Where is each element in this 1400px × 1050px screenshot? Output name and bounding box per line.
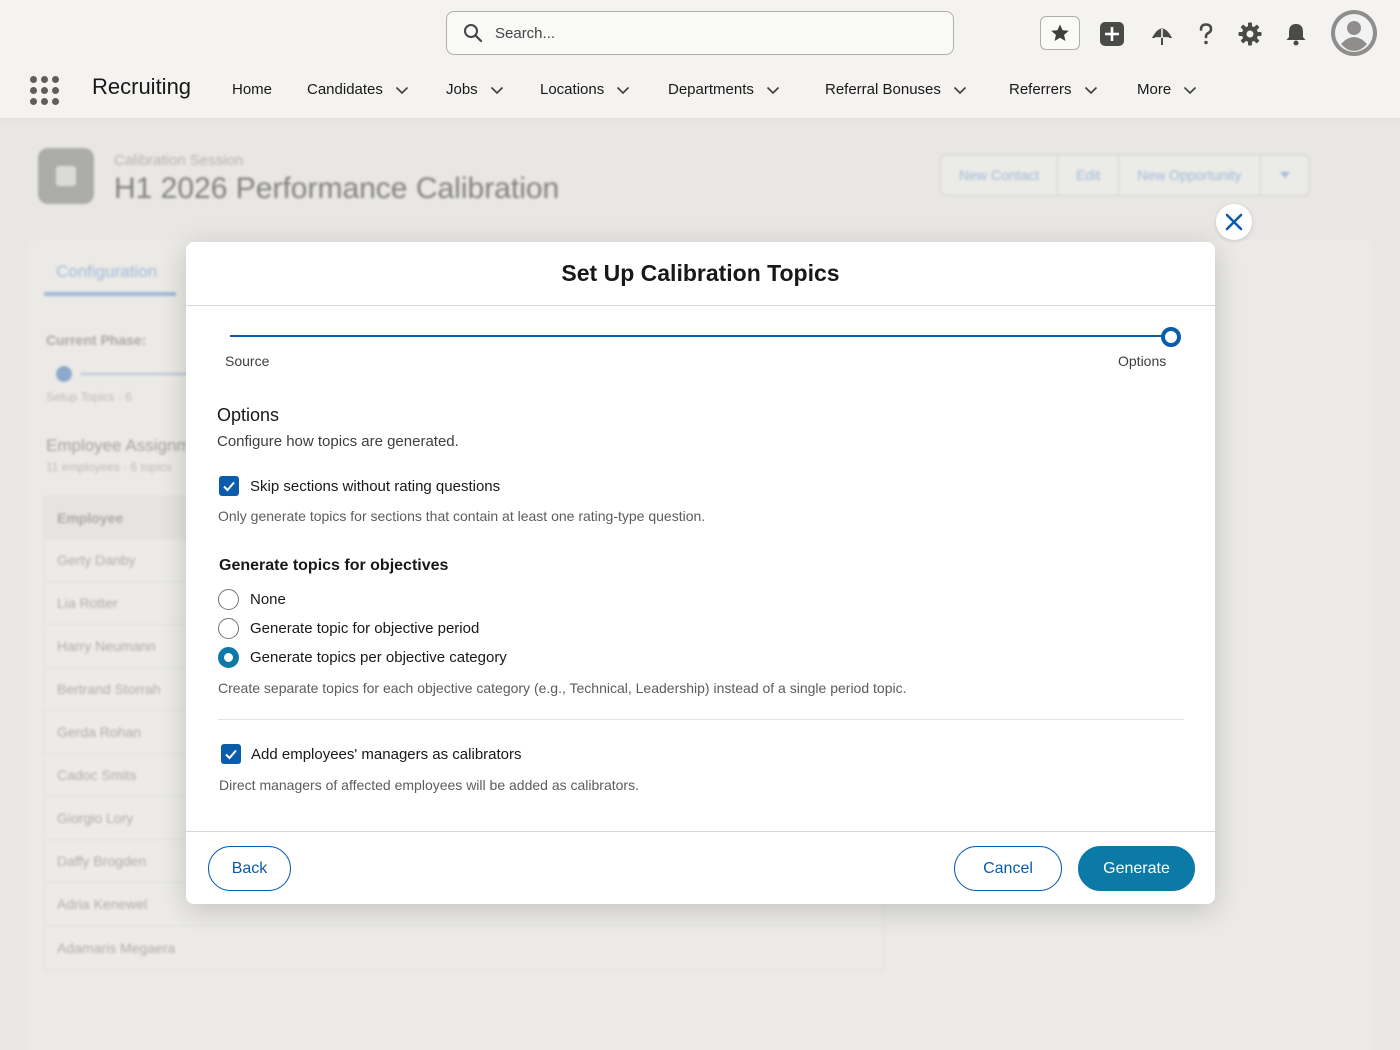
radio-none[interactable] [218,589,239,610]
nav-item-label: Referrers [1009,81,1072,98]
favorites-button[interactable] [1040,16,1080,50]
chevron-down-icon[interactable] [490,83,504,97]
help-button[interactable] [1186,14,1226,54]
checkmark-icon [223,481,235,492]
trailhead-icon [1152,28,1172,45]
progress-indicator [230,335,1162,337]
nav-item-label: Home [232,81,273,98]
skip-sections-label[interactable]: Skip sections without rating questions [250,478,500,495]
search-icon [464,24,483,43]
search-input[interactable] [495,24,915,42]
chevron-down-icon[interactable] [766,83,780,97]
user-icon [1335,14,1373,52]
checkmark-icon [225,749,237,760]
add-managers-help: Direct managers of affected employees wi… [219,777,639,793]
progress-step-current[interactable] [1161,327,1181,347]
close-icon [1225,213,1243,231]
add-managers-label[interactable]: Add employees' managers as calibrators [251,746,522,763]
skip-sections-checkbox[interactable] [219,476,239,496]
chevron-down-icon[interactable] [1183,83,1197,97]
chevron-down-icon[interactable] [1084,83,1098,97]
nav-item-candidates[interactable]: Candidates [307,81,409,98]
nav-item-label: Locations [540,81,605,98]
nav-item-home[interactable]: Home [232,81,272,98]
chevron-down-icon[interactable] [395,83,409,97]
notifications-button[interactable] [1276,14,1316,54]
help-icon [1199,23,1213,45]
modal-footer: Back Cancel Generate [186,831,1215,904]
back-button[interactable]: Back [208,846,291,891]
global-search[interactable] [446,11,954,55]
nav-item-label: Candidates [307,81,383,98]
app-name: Recruiting [92,74,192,99]
star-icon [1051,24,1069,41]
radio-none-label[interactable]: None [250,591,286,608]
objectives-help: Create separate topics for each objectiv… [218,680,907,696]
nav-item-locations[interactable]: Locations [540,81,630,98]
nav-item-label: Referral Bonuses [825,81,941,98]
cancel-button[interactable]: Cancel [954,846,1062,891]
nav-item-referrers[interactable]: Referrers [1009,81,1098,98]
nav-item-label: Jobs [446,81,478,98]
setup-button[interactable] [1230,14,1270,54]
add-icon [1100,22,1124,46]
radio-objective-period[interactable] [218,618,239,639]
setup-topics-modal: Set Up Calibration Topics Source Options… [186,242,1215,904]
nav-item-jobs[interactable]: Jobs [446,81,504,98]
gear-icon [1238,22,1262,46]
generate-button[interactable]: Generate [1078,846,1195,891]
skip-sections-help: Only generate topics for sections that c… [218,508,706,524]
nav-item-more[interactable]: More [1137,81,1197,98]
chevron-down-icon[interactable] [616,83,630,97]
modal-close-button[interactable] [1216,204,1252,240]
app-launcher-icon[interactable] [28,74,60,106]
user-avatar[interactable] [1331,10,1377,56]
nav-item-departments[interactable]: Departments [668,81,780,98]
add-managers-checkbox[interactable] [221,744,241,764]
radio-objective-category[interactable] [218,647,239,668]
global-actions-button[interactable] [1092,14,1132,54]
objectives-group-title: Generate topics for objectives [219,557,449,574]
nav-item-referral-bonuses[interactable]: Referral Bonuses [825,81,967,98]
nav-item-label: Departments [668,81,754,98]
options-section-description: Configure how topics are generated. [217,433,459,450]
radio-objective-period-label[interactable]: Generate topic for objective period [250,620,479,637]
step-options[interactable]: Options [1118,353,1166,369]
modal-title: Set Up Calibration Topics [561,260,840,286]
section-divider [218,719,1184,720]
global-header [0,0,1400,66]
radio-objective-category-label[interactable]: Generate topics per objective category [250,649,507,666]
step-source[interactable]: Source [225,353,269,369]
app-navigation: Recruiting Home Candidates Jobs Location… [0,66,1400,118]
modal-header: Set Up Calibration Topics [186,242,1215,306]
trailhead-button[interactable] [1142,14,1182,54]
bell-icon [1286,24,1306,46]
options-section-title: Options [217,405,280,425]
nav-item-label: More [1137,81,1172,98]
chevron-down-icon[interactable] [953,83,967,97]
